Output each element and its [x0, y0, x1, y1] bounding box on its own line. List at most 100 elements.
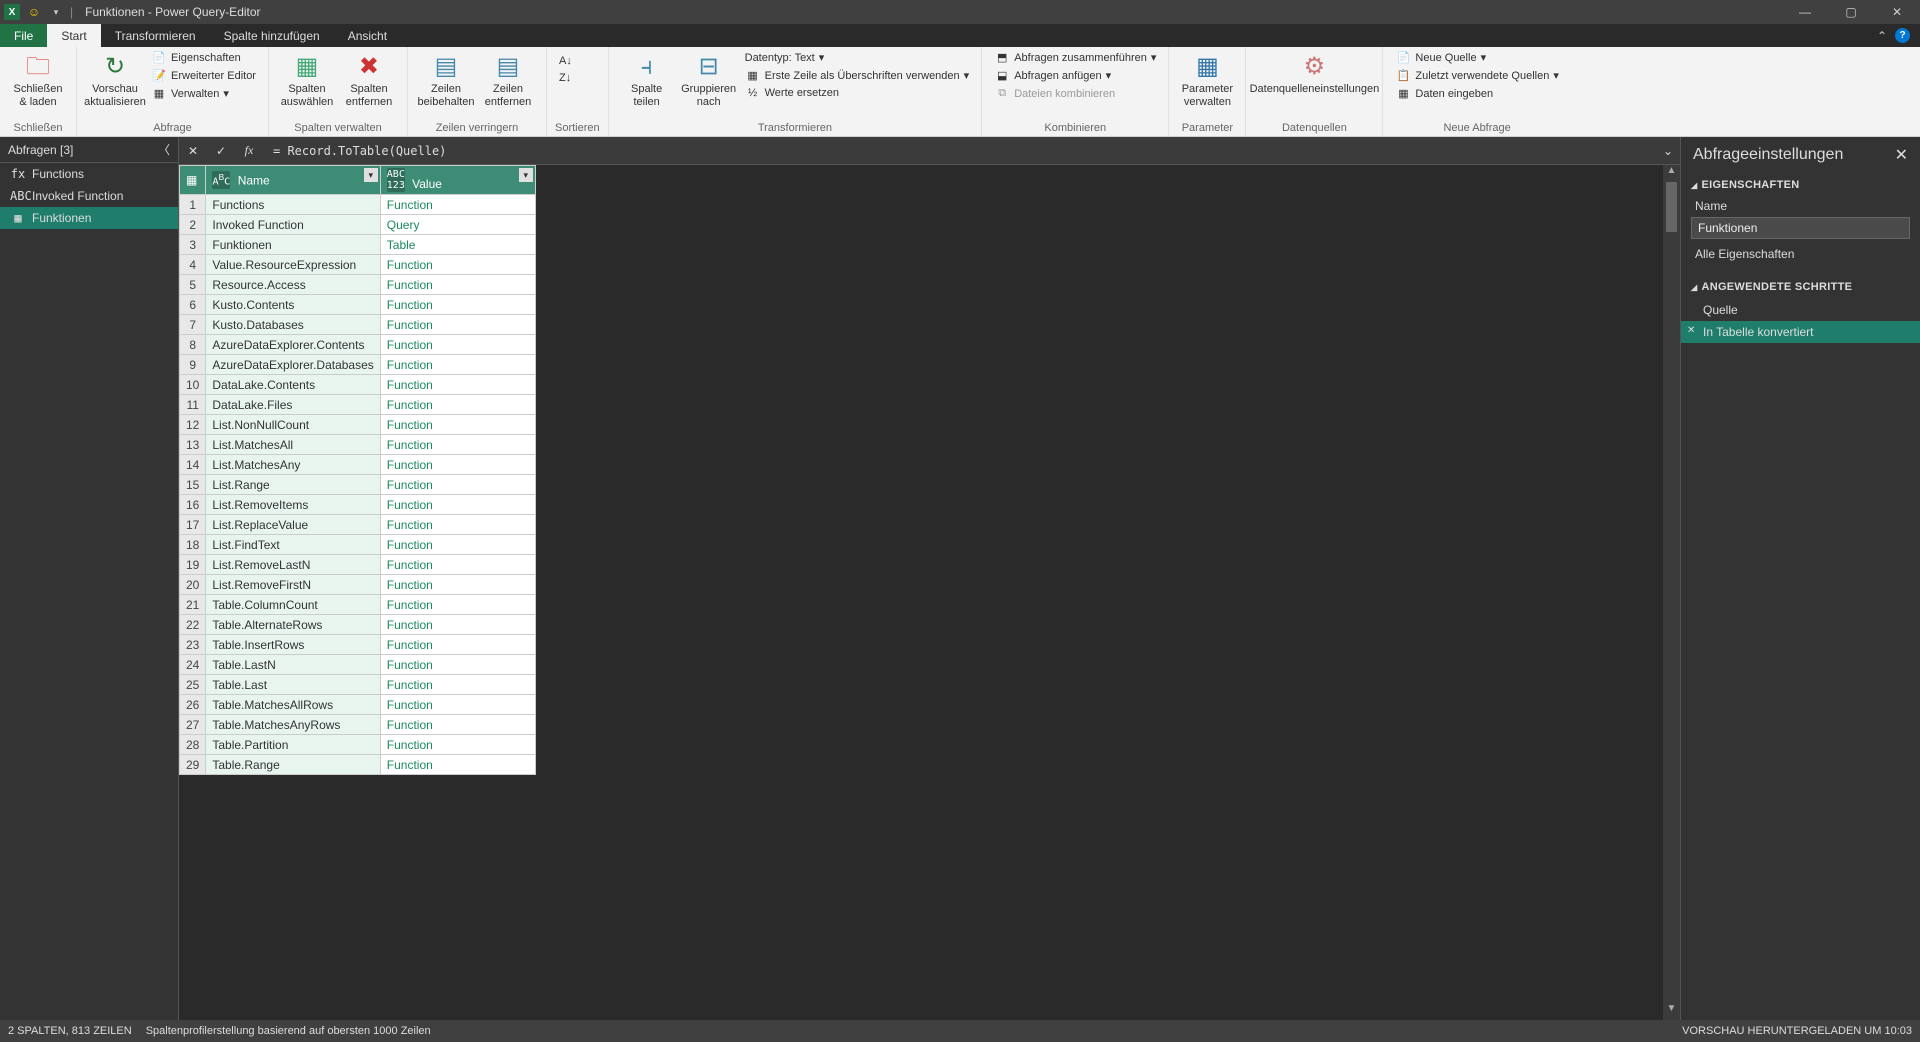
column-name[interactable]: ABC Name ▾ [206, 166, 380, 195]
table-row[interactable]: 18List.FindTextFunction [180, 535, 536, 555]
keep-rows-button[interactable]: ▤Zeilen beibehalten [416, 49, 476, 111]
cell-value[interactable]: Function [380, 675, 535, 695]
dropdown-icon[interactable]: ▾ [48, 4, 64, 20]
cell-value[interactable]: Function [380, 195, 535, 215]
table-row[interactable]: 7Kusto.DatabasesFunction [180, 315, 536, 335]
enter-data-button[interactable]: ▦Daten eingeben [1391, 85, 1562, 102]
cell-name[interactable]: List.MatchesAny [206, 455, 380, 475]
cell-value[interactable]: Function [380, 255, 535, 275]
cell-name[interactable]: Funktionen [206, 235, 380, 255]
cell-value[interactable]: Function [380, 455, 535, 475]
scroll-thumb[interactable] [1666, 182, 1677, 232]
new-source-button[interactable]: 📄Neue Quelle ▾ [1391, 49, 1562, 66]
cell-value[interactable]: Function [380, 415, 535, 435]
cell-value[interactable]: Function [380, 295, 535, 315]
cell-value[interactable]: Function [380, 635, 535, 655]
cell-name[interactable]: Table.MatchesAnyRows [206, 715, 380, 735]
cell-value[interactable]: Query [380, 215, 535, 235]
cell-name[interactable]: Table.LastN [206, 655, 380, 675]
table-row[interactable]: 27Table.MatchesAnyRowsFunction [180, 715, 536, 735]
close-button[interactable]: ✕ [1874, 0, 1920, 24]
help-icon[interactable]: ? [1895, 28, 1910, 43]
manage-button[interactable]: ▦Verwalten ▾ [147, 85, 260, 102]
minimize-button[interactable]: — [1782, 0, 1828, 24]
cell-name[interactable]: DataLake.Files [206, 395, 380, 415]
datatype-button[interactable]: Datentyp: Text ▾ [741, 49, 974, 66]
cell-name[interactable]: Resource.Access [206, 275, 380, 295]
cell-value[interactable]: Function [380, 375, 535, 395]
data-grid[interactable]: ▦ ABC Name ▾ ABC123 Value ▾ [179, 165, 536, 775]
append-queries-button[interactable]: ⬓Abfragen anfügen ▾ [990, 67, 1160, 84]
table-row[interactable]: 14List.MatchesAnyFunction [180, 455, 536, 475]
table-row[interactable]: 10DataLake.ContentsFunction [180, 375, 536, 395]
cell-name[interactable]: Value.ResourceExpression [206, 255, 380, 275]
cell-value[interactable]: Function [380, 715, 535, 735]
table-row[interactable]: 1FunctionsFunction [180, 195, 536, 215]
smiley-icon[interactable]: ☺ [26, 4, 42, 20]
cell-name[interactable]: List.RemoveLastN [206, 555, 380, 575]
table-row[interactable]: 8AzureDataExplorer.ContentsFunction [180, 335, 536, 355]
select-cols-button[interactable]: ▦Spalten auswählen [277, 49, 337, 111]
column-filter-icon[interactable]: ▾ [364, 168, 378, 182]
replace-values-button[interactable]: ½Werte ersetzen [741, 85, 974, 101]
table-row[interactable]: 12List.NonNullCountFunction [180, 415, 536, 435]
table-row[interactable]: 11DataLake.FilesFunction [180, 395, 536, 415]
cell-value[interactable]: Function [380, 555, 535, 575]
tab-view[interactable]: Ansicht [334, 24, 401, 47]
cell-name[interactable]: List.MatchesAll [206, 435, 380, 455]
commit-formula-button[interactable]: ✓ [207, 144, 235, 158]
tab-transform[interactable]: Transformieren [101, 24, 210, 47]
maximize-button[interactable]: ▢ [1828, 0, 1874, 24]
cell-value[interactable]: Function [380, 395, 535, 415]
cell-name[interactable]: List.RemoveItems [206, 495, 380, 515]
cell-value[interactable]: Function [380, 695, 535, 715]
merge-queries-button[interactable]: ⬒Abfragen zusammenführen ▾ [990, 49, 1160, 66]
all-properties-link[interactable]: Alle Eigenschaften [1681, 241, 1920, 267]
table-row[interactable]: 22Table.AlternateRowsFunction [180, 615, 536, 635]
table-row[interactable]: 26Table.MatchesAllRowsFunction [180, 695, 536, 715]
table-row[interactable]: 28Table.PartitionFunction [180, 735, 536, 755]
formula-input[interactable]: = Record.ToTable(Quelle) [263, 144, 1656, 158]
query-item[interactable]: ▦Funktionen [0, 207, 178, 229]
first-row-header-button[interactable]: ▦Erste Zeile als Überschriften verwenden… [741, 67, 974, 84]
cell-name[interactable]: Table.MatchesAllRows [206, 695, 380, 715]
properties-section[interactable]: EIGENSCHAFTEN [1681, 173, 1920, 197]
cell-name[interactable]: List.ReplaceValue [206, 515, 380, 535]
cell-name[interactable]: Kusto.Databases [206, 315, 380, 335]
close-load-button[interactable]: 🗀 Schließen & laden [8, 49, 68, 111]
table-row[interactable]: 9AzureDataExplorer.DatabasesFunction [180, 355, 536, 375]
cell-value[interactable]: Function [380, 575, 535, 595]
cell-value[interactable]: Function [380, 435, 535, 455]
steps-section[interactable]: ANGEWENDETE SCHRITTE [1681, 275, 1920, 299]
cell-value[interactable]: Function [380, 315, 535, 335]
split-column-button[interactable]: ⫞Spalte teilen [617, 49, 677, 111]
cell-value[interactable]: Function [380, 535, 535, 555]
table-row[interactable]: 5Resource.AccessFunction [180, 275, 536, 295]
cell-name[interactable]: Table.Partition [206, 735, 380, 755]
cell-name[interactable]: Table.Range [206, 755, 380, 775]
cancel-formula-button[interactable]: ✕ [179, 144, 207, 158]
table-row[interactable]: 16List.RemoveItemsFunction [180, 495, 536, 515]
table-corner[interactable]: ▦ [180, 166, 206, 195]
table-row[interactable]: 13List.MatchesAllFunction [180, 435, 536, 455]
cell-name[interactable]: List.RemoveFirstN [206, 575, 380, 595]
table-row[interactable]: 3FunktionenTable [180, 235, 536, 255]
remove-rows-button[interactable]: ▤Zeilen entfernen [478, 49, 538, 111]
query-item[interactable]: ABCInvoked Function [0, 185, 178, 207]
cell-value[interactable]: Function [380, 515, 535, 535]
cell-name[interactable]: DataLake.Contents [206, 375, 380, 395]
cell-name[interactable]: Kusto.Contents [206, 295, 380, 315]
cell-name[interactable]: List.Range [206, 475, 380, 495]
parameters-button[interactable]: ▦Parameter verwalten [1177, 49, 1237, 111]
close-settings-icon[interactable]: ✕ [1895, 145, 1908, 165]
column-value[interactable]: ABC123 Value ▾ [380, 166, 535, 195]
tab-file[interactable]: File [0, 24, 47, 47]
cell-name[interactable]: Functions [206, 195, 380, 215]
tab-addcolumn[interactable]: Spalte hinzufügen [210, 24, 334, 47]
sort-asc-button[interactable]: A↓ [555, 53, 576, 69]
table-row[interactable]: 20List.RemoveFirstNFunction [180, 575, 536, 595]
groupby-button[interactable]: ⊟Gruppieren nach [679, 49, 739, 111]
cell-value[interactable]: Function [380, 755, 535, 775]
cell-value[interactable]: Function [380, 475, 535, 495]
cell-value[interactable]: Function [380, 615, 535, 635]
